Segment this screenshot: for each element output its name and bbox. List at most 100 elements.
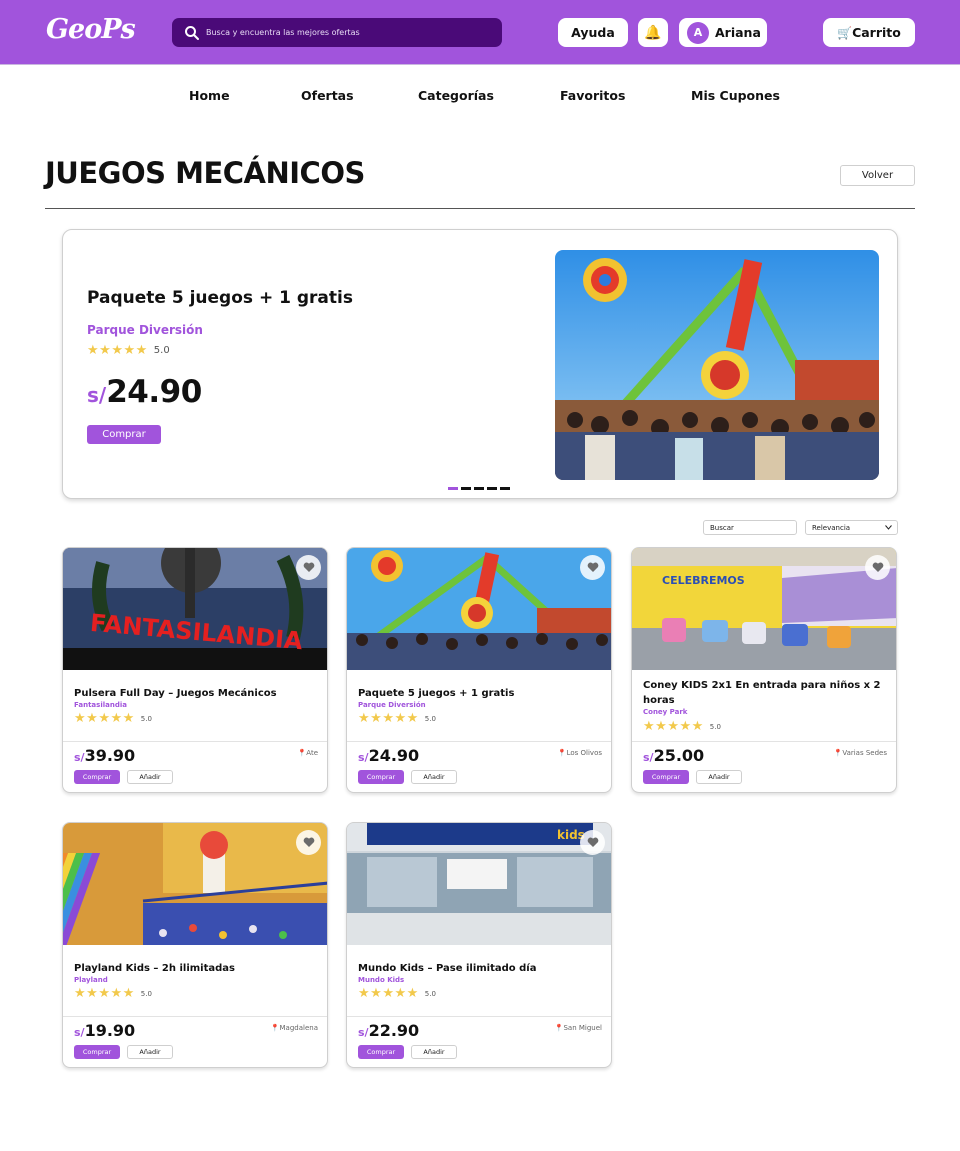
- nav-ofertas[interactable]: Ofertas: [301, 88, 354, 103]
- carousel-dot[interactable]: [461, 487, 471, 490]
- location-name: Magdalena: [279, 1024, 318, 1032]
- search-bar[interactable]: [172, 18, 502, 47]
- star-icon: ★: [358, 711, 370, 726]
- product-image[interactable]: kids: [347, 823, 611, 945]
- image-sign-text: CELEBREMOS: [662, 574, 745, 587]
- carousel-dot[interactable]: [487, 487, 497, 490]
- divider: [63, 1016, 327, 1017]
- help-button[interactable]: Ayuda: [558, 18, 628, 47]
- price-amount: 24.90: [106, 374, 202, 410]
- carousel-dot[interactable]: [500, 487, 510, 490]
- price-amount: 19.90: [84, 1021, 136, 1040]
- favorite-button[interactable]: [865, 555, 890, 580]
- product-vendor[interactable]: Parque Diversión: [358, 701, 426, 709]
- divider: [347, 1016, 611, 1017]
- product-location: 📍Varias Sedes: [834, 749, 887, 757]
- product-title[interactable]: Playland Kids – 2h ilimitadas: [74, 961, 314, 976]
- star-icon: ★: [135, 343, 148, 358]
- product-card[interactable]: CELEBREMOS Coney KIDS 2x1 En entrada par…: [631, 547, 897, 793]
- product-price: s/39.90: [74, 746, 135, 765]
- page-title: JUEGOS MECÁNICOS: [45, 156, 365, 190]
- sort-select[interactable]: Relevancia: [805, 520, 898, 535]
- star-icon: ★: [110, 986, 123, 1001]
- product-title[interactable]: Coney KIDS 2x1 En entrada para niños x 2…: [643, 678, 883, 708]
- product-card[interactable]: FANTASILANDIA Pulsera Full Day – Juegos …: [62, 547, 328, 793]
- featured-image[interactable]: [555, 250, 879, 480]
- product-price: s/19.90: [74, 1021, 135, 1040]
- logo[interactable]: GeoPs: [46, 14, 136, 45]
- buy-button[interactable]: Comprar: [643, 770, 689, 784]
- buy-button[interactable]: Comprar: [74, 1045, 120, 1059]
- product-card[interactable]: Playland Kids – 2h ilimitadas Playland ★…: [62, 822, 328, 1068]
- buy-button[interactable]: Comprar: [358, 1045, 404, 1059]
- search-icon: [185, 25, 199, 40]
- add-to-cart-button[interactable]: Añadir: [411, 770, 457, 784]
- notifications-button[interactable]: 🔔: [638, 18, 668, 47]
- product-image[interactable]: FANTASILANDIA: [63, 548, 327, 670]
- product-image[interactable]: CELEBREMOS: [632, 548, 896, 670]
- product-vendor[interactable]: Playland: [74, 976, 108, 984]
- featured-buy-button[interactable]: Comprar: [87, 425, 161, 444]
- carousel-indicators: [448, 487, 513, 490]
- featured-vendor[interactable]: Parque Diversión: [87, 323, 203, 337]
- star-icon: ★: [111, 343, 123, 358]
- nav-home[interactable]: Home: [189, 88, 230, 103]
- star-icon: ★: [406, 711, 419, 726]
- product-vendor[interactable]: Fantasilandia: [74, 701, 127, 709]
- user-menu-button[interactable]: A Ariana: [679, 18, 767, 47]
- star-icon: ★: [655, 719, 667, 734]
- buy-button[interactable]: Comprar: [74, 770, 120, 784]
- product-title[interactable]: Paquete 5 juegos + 1 gratis: [358, 686, 598, 701]
- buy-button[interactable]: Comprar: [358, 770, 404, 784]
- cart-button[interactable]: 🛒 Carrito: [823, 18, 915, 47]
- star-icon: ★: [667, 719, 679, 734]
- product-card[interactable]: kids Mundo Kids – Pase ilimitado día Mun…: [346, 822, 612, 1068]
- product-card[interactable]: Paquete 5 juegos + 1 gratis Parque Diver…: [346, 547, 612, 793]
- filter-search-input[interactable]: [703, 520, 797, 535]
- back-button[interactable]: Volver: [840, 165, 915, 186]
- bell-icon: 🔔: [644, 24, 662, 41]
- product-vendor[interactable]: Mundo Kids: [358, 976, 404, 984]
- favorite-button[interactable]: [296, 555, 321, 580]
- star-icon: ★: [74, 986, 86, 1001]
- add-to-cart-button[interactable]: Añadir: [127, 770, 173, 784]
- nav-categorias[interactable]: Categorías: [418, 88, 494, 103]
- carousel-dot[interactable]: [448, 487, 458, 490]
- cart-icon: 🛒: [837, 25, 853, 40]
- product-title[interactable]: Pulsera Full Day – Juegos Mecánicos: [74, 686, 314, 701]
- rating-value: 5.0: [424, 989, 436, 998]
- search-input[interactable]: [206, 28, 496, 37]
- featured-carousel: Paquete 5 juegos + 1 gratis Parque Diver…: [62, 229, 898, 499]
- favorite-button[interactable]: [580, 830, 605, 855]
- carousel-dot[interactable]: [474, 487, 484, 490]
- star-icon: ★: [74, 711, 86, 726]
- heart-icon: [872, 562, 883, 572]
- star-icon: ★: [110, 711, 123, 726]
- star-icon: ★: [382, 986, 394, 1001]
- product-rating: ★ ★ ★ ★ ★ 5.0: [358, 987, 436, 1000]
- heart-icon: [303, 837, 314, 847]
- product-image[interactable]: [347, 548, 611, 670]
- divider: [63, 741, 327, 742]
- page: GeoPs Ayuda 🔔 A Ariana 🛒 Carrito Home Of…: [0, 0, 960, 1151]
- star-icon: ★: [86, 711, 98, 726]
- product-rating: ★ ★ ★ ★ ★ 5.0: [643, 720, 721, 733]
- nav-favoritos[interactable]: Favoritos: [560, 88, 625, 103]
- product-image[interactable]: [63, 823, 327, 945]
- location-name: Ate: [306, 749, 318, 757]
- add-to-cart-button[interactable]: Añadir: [127, 1045, 173, 1059]
- favorite-button[interactable]: [296, 830, 321, 855]
- favorite-button[interactable]: [580, 555, 605, 580]
- product-location: 📍Los Olivos: [558, 749, 602, 757]
- rating-value: 5.0: [424, 714, 436, 723]
- chevron-down-icon: [885, 525, 892, 530]
- currency-symbol: s/: [358, 751, 369, 764]
- nav-mis-cupones[interactable]: Mis Cupones: [691, 88, 780, 103]
- location-pin-icon: 📍: [270, 1024, 280, 1032]
- product-vendor[interactable]: Coney Park: [643, 708, 687, 716]
- product-title[interactable]: Mundo Kids – Pase ilimitado día: [358, 961, 598, 976]
- add-to-cart-button[interactable]: Añadir: [696, 770, 742, 784]
- avatar: A: [687, 21, 709, 44]
- add-to-cart-button[interactable]: Añadir: [411, 1045, 457, 1059]
- star-icon: ★: [679, 719, 692, 734]
